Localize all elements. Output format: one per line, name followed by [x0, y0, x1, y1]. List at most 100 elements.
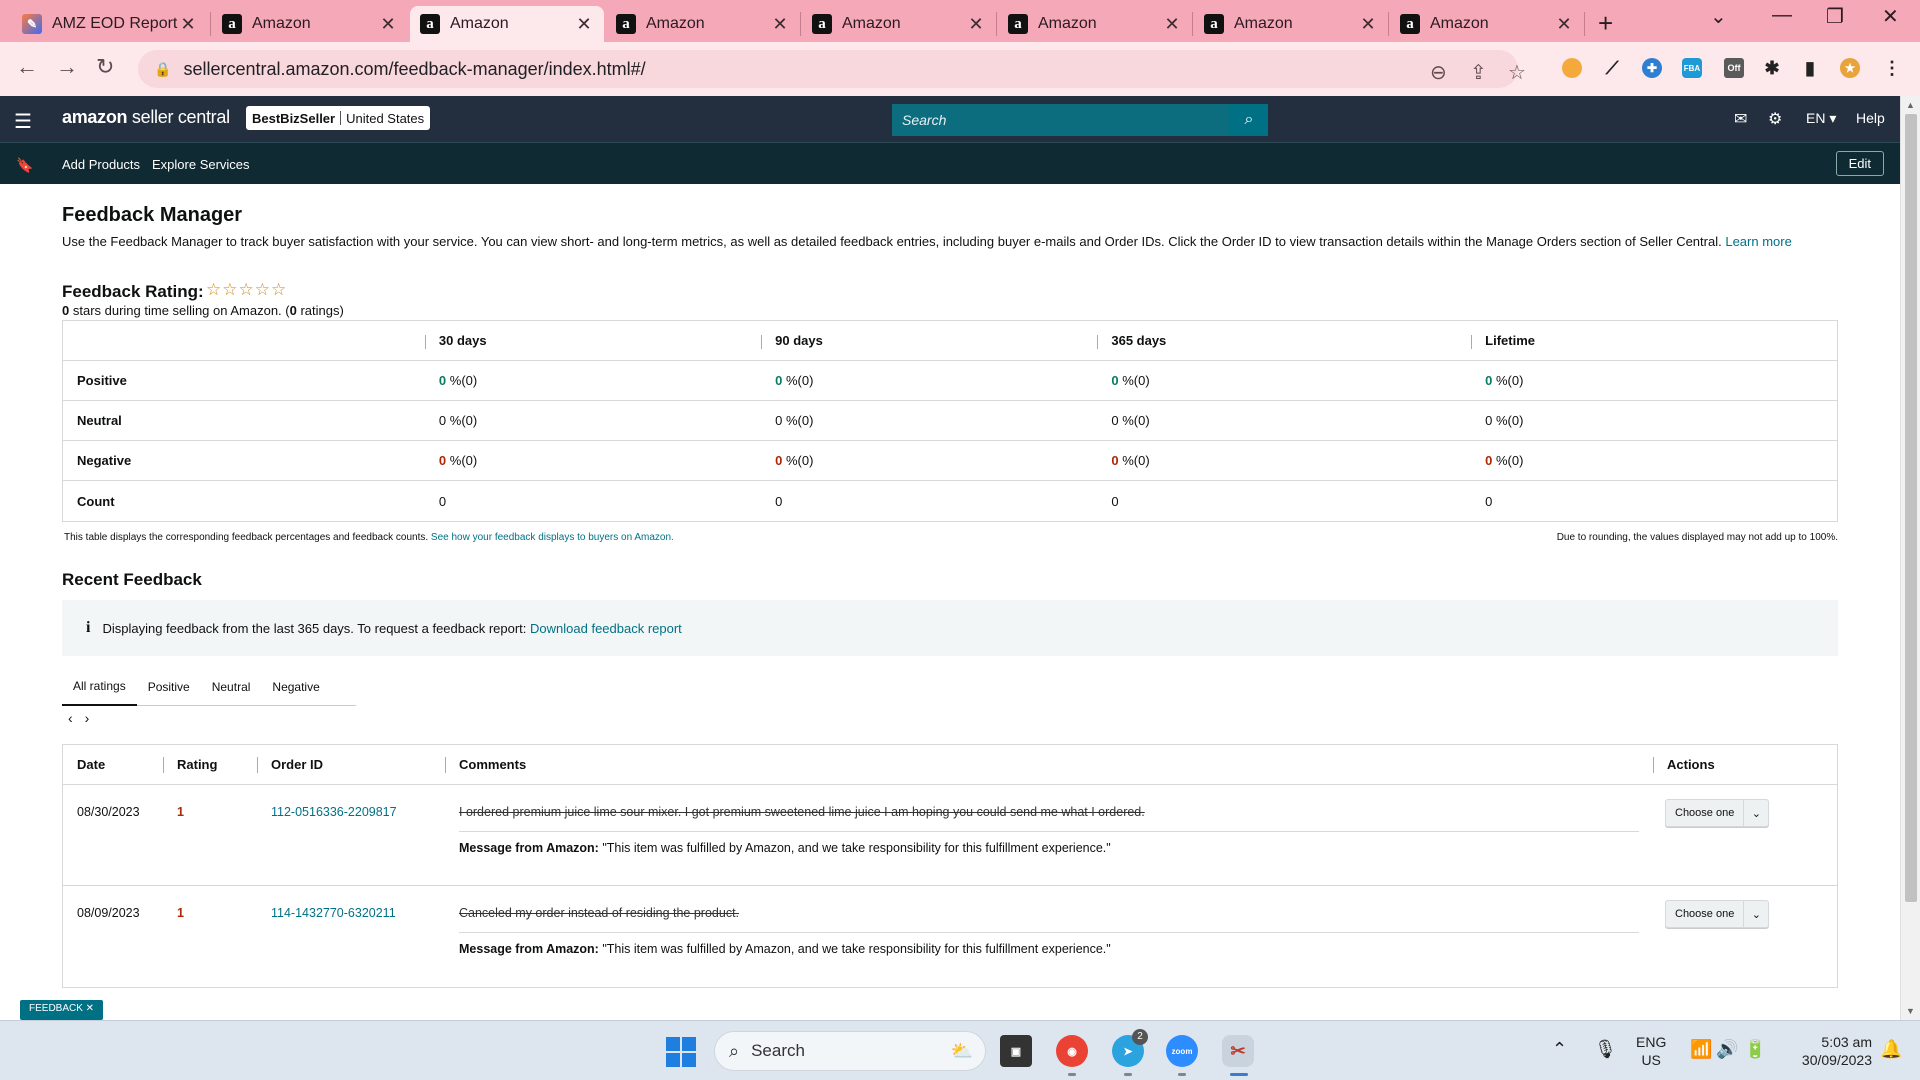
- chrome-icon[interactable]: ◉: [1056, 1035, 1088, 1067]
- snipping-tool-icon[interactable]: ✂: [1222, 1035, 1254, 1067]
- language-selector[interactable]: EN ▾: [1806, 110, 1836, 127]
- edit-button[interactable]: Edit: [1835, 151, 1884, 176]
- amazon-favicon-icon: a: [1204, 14, 1224, 34]
- notifications-icon[interactable]: 🔔: [1880, 1039, 1902, 1060]
- chevron-up-icon[interactable]: ⌃: [1552, 1039, 1567, 1060]
- extension-icon[interactable]: ⟋: [1602, 58, 1622, 78]
- rating-stars: ☆☆☆☆☆: [206, 280, 288, 299]
- battery-icon[interactable]: 🔋: [1744, 1039, 1766, 1060]
- search-input[interactable]: [892, 104, 1230, 136]
- reload-icon[interactable]: ↻: [96, 54, 114, 80]
- forward-icon[interactable]: →: [56, 54, 78, 80]
- browser-tab[interactable]: a Amazon ✕: [802, 6, 996, 42]
- zoom-icon[interactable]: ⊖: [1430, 60, 1447, 85]
- profile-avatar[interactable]: ★: [1840, 58, 1860, 78]
- input-language[interactable]: ENG US: [1636, 1033, 1666, 1069]
- tab-negative[interactable]: Negative: [261, 668, 330, 706]
- task-view-icon[interactable]: ▣: [1000, 1035, 1032, 1067]
- hamburger-menu-icon[interactable]: ☰: [14, 109, 32, 134]
- chevron-left-icon[interactable]: ‹: [68, 710, 73, 726]
- close-tab-icon[interactable]: ✕: [178, 14, 198, 35]
- see-how-feedback-link[interactable]: See how your feedback displays to buyers…: [431, 532, 674, 543]
- action-dropdown[interactable]: Choose one ⌄: [1665, 900, 1770, 928]
- extension-icon[interactable]: [1562, 58, 1582, 78]
- close-tab-icon[interactable]: ✕: [574, 14, 594, 35]
- windows-start-icon[interactable]: [666, 1037, 696, 1067]
- browser-tab[interactable]: a Amazon ✕: [606, 6, 800, 42]
- action-dropdown[interactable]: Choose one ⌄: [1665, 799, 1770, 827]
- address-bar-row: ← → ↻ 🔒 sellercentral.amazon.com/feedbac…: [0, 42, 1920, 96]
- close-tab-icon[interactable]: ✕: [966, 14, 986, 35]
- nav-explore-services[interactable]: Explore Services: [152, 157, 250, 172]
- info-icon: i: [86, 619, 91, 636]
- zoom-icon[interactable]: zoom: [1166, 1035, 1198, 1067]
- amazon-favicon-icon: a: [616, 14, 636, 34]
- extension-icon[interactable]: FBA: [1682, 58, 1702, 78]
- tab-neutral[interactable]: Neutral: [201, 668, 262, 706]
- table-row: Count 0 0 0 0: [77, 493, 1493, 509]
- tab-search-icon[interactable]: ⌄: [1710, 4, 1727, 29]
- extension-icon[interactable]: ✚: [1642, 58, 1662, 78]
- order-id-link[interactable]: 112-0516336-2209817: [271, 805, 397, 819]
- close-window-icon[interactable]: ✕: [1882, 4, 1899, 29]
- mail-icon[interactable]: ✉: [1734, 109, 1747, 129]
- close-tab-icon[interactable]: ✕: [1162, 14, 1182, 35]
- vertical-scrollbar[interactable]: ▲ ▼: [1900, 96, 1920, 1020]
- bookmark-icon[interactable]: 🔖: [16, 157, 33, 174]
- learn-more-link[interactable]: Learn more: [1725, 234, 1791, 249]
- side-panel-icon[interactable]: ▮: [1800, 58, 1820, 78]
- browser-tab[interactable]: a Amazon ✕: [1194, 6, 1388, 42]
- weather-widget-icon: ⛅: [950, 1040, 973, 1061]
- page-title: Feedback Manager: [62, 204, 243, 226]
- feedback-comment: I ordered premium juice lime sour mixer.…: [459, 805, 1639, 832]
- extensions-puzzle-icon[interactable]: ✱: [1762, 58, 1782, 78]
- amazon-message: Message from Amazon: "This item was fulf…: [459, 841, 1111, 855]
- feedback-badge[interactable]: FEEDBACK ✕: [20, 1000, 104, 1020]
- nav-add-products[interactable]: Add Products: [62, 157, 140, 172]
- url-bar[interactable]: 🔒 sellercentral.amazon.com/feedback-mana…: [138, 50, 1526, 88]
- new-tab-button[interactable]: +: [1598, 8, 1613, 39]
- close-tab-icon[interactable]: ✕: [1554, 14, 1574, 35]
- bookmark-star-icon[interactable]: ☆: [1508, 60, 1526, 85]
- gear-icon[interactable]: ⚙: [1768, 109, 1782, 129]
- taskbar-search[interactable]: ⌕ Search ⛅: [714, 1031, 986, 1071]
- recent-feedback-title: Recent Feedback: [62, 570, 202, 589]
- chevron-down-icon: ⌄: [1751, 807, 1761, 820]
- feedback-rating-title: Feedback Rating:: [62, 282, 204, 301]
- browser-tab[interactable]: a Amazon ✕: [212, 6, 408, 42]
- amazon-favicon-icon: a: [812, 14, 832, 34]
- search-box: ⌕: [892, 104, 1268, 136]
- info-alert: i Displaying feedback from the last 365 …: [62, 600, 1838, 656]
- close-tab-icon[interactable]: ✕: [1358, 14, 1378, 35]
- tab-positive[interactable]: Positive: [137, 668, 201, 706]
- close-tab-icon[interactable]: ✕: [770, 14, 790, 35]
- browser-tab[interactable]: a Amazon ✕: [998, 6, 1192, 42]
- share-icon[interactable]: ⇪: [1470, 60, 1487, 85]
- seller-central-nav: 🔖 Add Products Explore Services Edit: [0, 142, 1900, 184]
- volume-icon[interactable]: 🔊: [1716, 1039, 1738, 1060]
- close-tab-icon[interactable]: ✕: [378, 14, 398, 35]
- wifi-icon[interactable]: 📶: [1690, 1039, 1712, 1060]
- table-row: Positive 0 %(0) 0 %(0) 0 %(0) 0 %(0): [63, 361, 1837, 401]
- microphone-icon[interactable]: 🎙: [1594, 1039, 1617, 1060]
- browser-tab[interactable]: a Amazon ✕: [1390, 6, 1584, 42]
- clock[interactable]: 5:03 am 30/09/2023: [1786, 1033, 1872, 1069]
- menu-kebab-icon[interactable]: ⋮: [1882, 58, 1902, 78]
- restore-icon[interactable]: ❐: [1826, 4, 1844, 29]
- tab-all-ratings[interactable]: All ratings: [62, 668, 137, 706]
- column-header: 90 days: [761, 333, 1097, 349]
- extension-off-icon[interactable]: Off: [1724, 58, 1744, 78]
- account-switcher[interactable]: BestBizSeller United States: [246, 106, 431, 130]
- download-report-link[interactable]: Download feedback report: [530, 621, 682, 636]
- back-icon[interactable]: ←: [16, 54, 38, 80]
- chevron-right-icon[interactable]: ›: [85, 710, 90, 726]
- browser-tab[interactable]: ✎ AMZ EOD Report ✕: [12, 6, 208, 42]
- help-link[interactable]: Help: [1856, 110, 1885, 126]
- browser-tab-active[interactable]: a Amazon ✕: [410, 6, 604, 42]
- search-icon[interactable]: ⌕: [1230, 104, 1268, 136]
- table-row: 08/30/2023 1 112-0516336-2209817 I order…: [63, 785, 1837, 886]
- order-id-link[interactable]: 114-1432770-6320211: [271, 906, 396, 920]
- seller-central-logo[interactable]: amazon seller central: [62, 107, 230, 128]
- minimize-icon[interactable]: —: [1772, 4, 1792, 27]
- browser-tab-bar: ✎ AMZ EOD Report ✕ a Amazon ✕ a Amazon ✕…: [0, 0, 1920, 42]
